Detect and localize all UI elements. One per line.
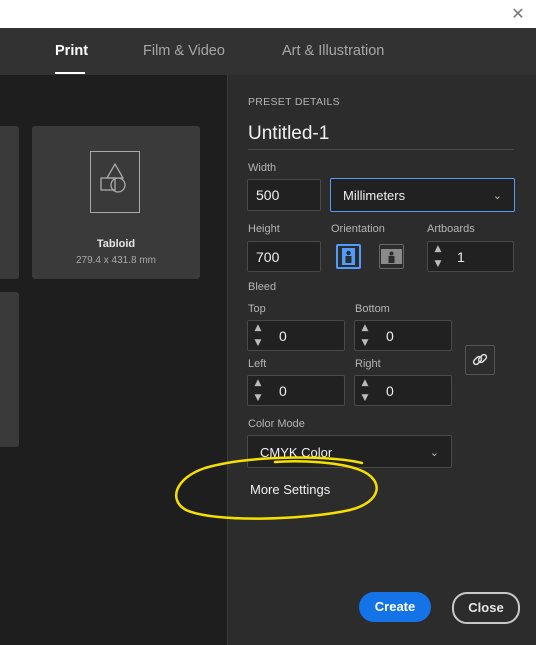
units-dropdown[interactable]: Millimeters ⌄ [330, 178, 515, 212]
chevron-down-icon: ⌄ [429, 446, 439, 459]
tab-film-video[interactable]: Film & Video [143, 43, 225, 59]
create-button[interactable]: Create [359, 592, 431, 622]
tab-print[interactable]: Print [55, 43, 88, 59]
height-label: Height [248, 223, 280, 235]
preset-details-heading: PRESET DETAILS [248, 96, 340, 108]
width-value: 500 [256, 187, 280, 203]
landscape-orientation-button[interactable] [379, 244, 404, 269]
preset-card-tabloid[interactable]: Tabloid 279.4 x 431.8 mm [32, 126, 200, 279]
color-mode-value: CMYK Color [260, 445, 333, 460]
link-bleed-button[interactable] [465, 345, 495, 375]
artboards-stepper[interactable]: ▲ ▼ 1 [427, 241, 514, 272]
document-name-field[interactable]: Untitled-1 [248, 123, 329, 145]
artboards-value: 1 [457, 249, 465, 265]
units-value: Millimeters [343, 188, 406, 203]
window-title-bar: ✕ [0, 0, 536, 28]
close-button[interactable]: Close [452, 592, 520, 624]
width-label: Width [248, 162, 277, 174]
bleed-right-label: Right [355, 358, 381, 370]
preset-gallery: Tabloid 279.4 x 431.8 mm [0, 75, 227, 645]
window-close-icon[interactable]: ✕ [508, 4, 528, 24]
portrait-icon [342, 248, 355, 265]
bleed-left-value: 0 [279, 383, 287, 399]
bleed-right-arrows[interactable]: ▲ ▼ [355, 376, 375, 405]
preset-card-partial[interactable] [0, 126, 19, 279]
portrait-orientation-button[interactable] [336, 244, 361, 269]
color-mode-dropdown[interactable]: CMYK Color ⌄ [247, 435, 452, 468]
preset-details-panel: PRESET DETAILS Untitled-1 Width 500 Mill… [227, 75, 536, 645]
bleed-label: Bleed [248, 281, 277, 293]
bleed-bottom-label: Bottom [355, 303, 390, 315]
more-settings-link[interactable]: More Settings [250, 482, 330, 497]
link-icon [472, 353, 488, 366]
bleed-top-stepper[interactable]: ▲ ▼ 0 [247, 320, 345, 351]
landscape-icon [381, 249, 402, 264]
artboards-stepper-arrows[interactable]: ▲ ▼ [428, 242, 448, 271]
document-preset-icon [90, 151, 140, 213]
orientation-label: Orientation [331, 223, 385, 235]
chevron-down-icon: ⌄ [492, 189, 502, 202]
bleed-top-label: Top [248, 303, 266, 315]
preset-card-partial[interactable] [0, 292, 19, 447]
category-tabs: Print Film & Video Art & Illustration [0, 28, 536, 75]
preset-title: Tabloid [96, 238, 136, 250]
height-value: 700 [256, 249, 280, 265]
color-mode-label: Color Mode [248, 418, 305, 430]
bleed-top-value: 0 [279, 328, 287, 344]
artboards-label: Artboards [427, 223, 475, 235]
tab-art-illustration[interactable]: Art & Illustration [282, 43, 384, 59]
width-input[interactable]: 500 [247, 179, 321, 211]
bleed-bottom-arrows[interactable]: ▲ ▼ [355, 321, 375, 350]
bleed-top-arrows[interactable]: ▲ ▼ [248, 321, 268, 350]
bleed-right-value: 0 [386, 383, 394, 399]
bleed-right-stepper[interactable]: ▲ ▼ 0 [354, 375, 452, 406]
bleed-left-arrows[interactable]: ▲ ▼ [248, 376, 268, 405]
preset-size: 279.4 x 431.8 mm [75, 255, 157, 266]
bleed-bottom-value: 0 [386, 328, 394, 344]
bleed-left-label: Left [248, 358, 267, 370]
name-underline [248, 149, 514, 150]
height-input[interactable]: 700 [247, 241, 321, 272]
bleed-left-stepper[interactable]: ▲ ▼ 0 [247, 375, 345, 406]
bleed-bottom-stepper[interactable]: ▲ ▼ 0 [354, 320, 452, 351]
active-tab-indicator [55, 72, 85, 74]
